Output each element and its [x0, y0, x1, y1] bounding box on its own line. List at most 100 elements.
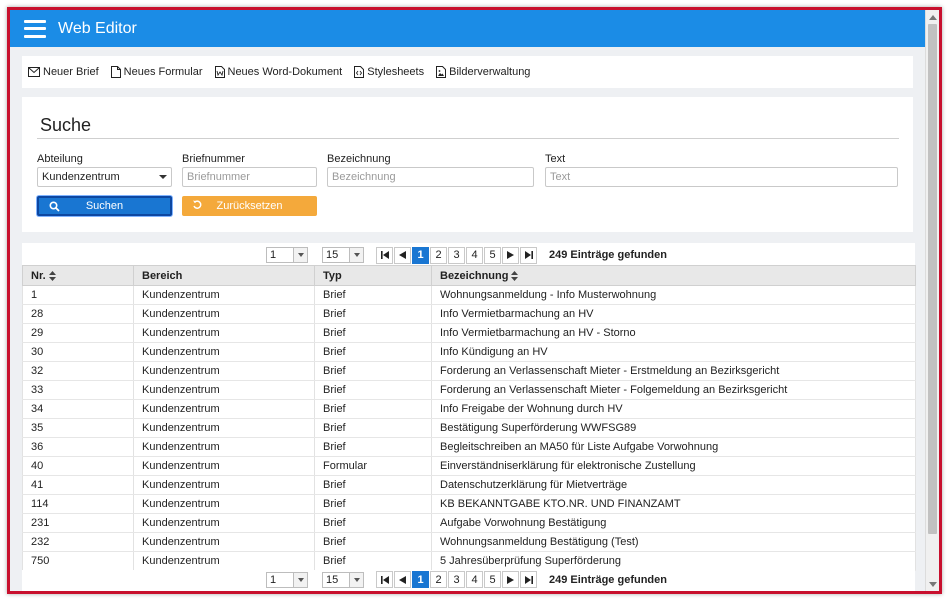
column-header-typ[interactable]: Typ: [314, 265, 432, 286]
table-row[interactable]: 29 Kundenzentrum Brief Info Vermietbarmachu…: [22, 323, 916, 343]
page-button-5[interactable]: 5: [484, 246, 501, 264]
table-row[interactable]: 33 Kundenzentrum Brief Forderung an Verlass…: [22, 380, 916, 400]
column-header-nr[interactable]: Nr.: [22, 265, 134, 286]
search-panel: Suche Abteilung Kundenzentrum Briefnumme…: [22, 97, 913, 232]
table-row[interactable]: 32 Kundenzentrum Brief Forderung an Verlass…: [22, 361, 916, 381]
stylesheet-icon: [354, 66, 365, 78]
page-size-select-bottom[interactable]: 15: [322, 571, 364, 588]
table-row[interactable]: 36 Kundenzentrum Brief Begleitschreiben an …: [22, 437, 916, 457]
table-row[interactable]: 231 Kundenzentrum Brief Aufgabe Vorwohnung …: [22, 513, 916, 533]
page-button-3[interactable]: 3: [448, 571, 465, 588]
cell-bereich: Kundenzentrum: [133, 437, 315, 457]
cell-bereich: Kundenzentrum: [133, 304, 315, 324]
cell-bereich: Kundenzentrum: [133, 494, 315, 514]
scroll-up-icon[interactable]: [926, 10, 939, 24]
letter-number-input[interactable]: [182, 167, 317, 187]
envelope-icon: [28, 67, 40, 77]
reset-button[interactable]: Zurücksetzen: [182, 196, 317, 216]
image-management-button[interactable]: Bilderverwaltung: [436, 66, 530, 78]
page-button-2[interactable]: 2: [430, 246, 447, 264]
column-header-bereich[interactable]: Bereich: [133, 265, 315, 286]
chevron-down-icon: [353, 577, 360, 582]
page-button-1[interactable]: 1: [412, 571, 429, 588]
page-size-select[interactable]: 15: [322, 247, 364, 263]
page-select[interactable]: 1: [266, 247, 308, 263]
page-button-4[interactable]: 4: [466, 246, 483, 264]
search-button[interactable]: Suchen: [37, 196, 172, 216]
page-size-value: 15: [326, 249, 339, 261]
hamburger-menu-icon[interactable]: [24, 19, 46, 38]
app-title: Web Editor: [58, 19, 137, 37]
department-label: Abteilung: [37, 153, 83, 165]
vertical-scrollbar[interactable]: [925, 10, 939, 591]
new-letter-button[interactable]: Neuer Brief: [28, 66, 99, 78]
table-row[interactable]: 1 Kundenzentrum Brief Wohnungsanmeldung - I…: [22, 285, 916, 305]
column-header-bezeichnung[interactable]: Bezeichnung: [431, 265, 916, 286]
pager-bottom: 1 15 1 2 3 4 5 249 Einträge gefunden: [22, 570, 915, 590]
page-select-bottom[interactable]: 1: [266, 571, 308, 588]
table-row[interactable]: 232 Kundenzentrum Brief Wohnungsanmeldung B…: [22, 532, 916, 552]
table-header-row: Nr. Bereich Typ Bezeichnung: [22, 265, 916, 286]
cell-typ: Brief: [314, 418, 432, 438]
undo-icon: [193, 200, 202, 209]
table-row[interactable]: 34 Kundenzentrum Brief Info Freigabe der Wo…: [22, 399, 916, 419]
new-word-document-button[interactable]: Neues Word-Dokument: [214, 66, 343, 78]
page-button-3[interactable]: 3: [448, 246, 465, 264]
next-page-button[interactable]: [502, 246, 519, 264]
previous-page-button[interactable]: [394, 246, 411, 264]
cell-bezeichnung: Forderung an Verlassenschaft Mieter - Fo…: [431, 380, 916, 400]
page-button-4[interactable]: 4: [466, 571, 483, 588]
table-row[interactable]: 28 Kundenzentrum Brief Info Vermietbarmachu…: [22, 304, 916, 324]
previous-page-icon: [399, 251, 406, 259]
cell-bezeichnung: Wohnungsanmeldung Bestätigung (Test): [431, 532, 916, 552]
cell-nr: 35: [22, 418, 134, 438]
new-word-document-label: Neues Word-Dokument: [227, 66, 343, 78]
cell-nr: 40: [22, 456, 134, 476]
department-field: Abteilung Kundenzentrum: [37, 153, 172, 187]
table-row[interactable]: 750 Kundenzentrum Brief 5 Jahresüberprüfung…: [22, 551, 916, 571]
stylesheets-button[interactable]: Stylesheets: [354, 66, 424, 78]
department-select[interactable]: Kundenzentrum: [37, 167, 172, 187]
new-form-button[interactable]: Neues Formular: [110, 66, 203, 78]
next-page-button[interactable]: [502, 571, 519, 588]
first-page-button[interactable]: [376, 571, 393, 588]
page-button-1[interactable]: 1: [412, 246, 429, 264]
table-row[interactable]: 30 Kundenzentrum Brief Info Kündigung an HV: [22, 342, 916, 362]
table-row[interactable]: 114 Kundenzentrum Brief KB BEKANNTGABE KTO.…: [22, 494, 916, 514]
table-row[interactable]: 35 Kundenzentrum Brief Bestätigung Superför…: [22, 418, 916, 438]
cell-bezeichnung: Wohnungsanmeldung - Info Musterwohnung: [431, 285, 916, 305]
page-select-bottom-value: 1: [270, 573, 277, 586]
search-title: Suche: [40, 115, 92, 135]
cell-bezeichnung: Einverständniserklärung für elektronisch…: [431, 456, 916, 476]
cell-nr: 231: [22, 513, 134, 533]
cell-bezeichnung: Begleitschreiben an MA50 für Liste Aufga…: [431, 437, 916, 457]
pager-top: 1 15 1 2 3 4 5 249 Einträge gefunden: [22, 245, 915, 265]
scroll-down-icon[interactable]: [926, 577, 939, 591]
first-page-button[interactable]: [376, 246, 393, 264]
page-button-2[interactable]: 2: [430, 571, 447, 588]
scrollbar-thumb[interactable]: [928, 24, 937, 534]
column-header-nr-label: Nr.: [31, 269, 46, 282]
previous-page-button[interactable]: [394, 571, 411, 588]
cell-typ: Brief: [314, 342, 432, 362]
cell-bereich: Kundenzentrum: [133, 380, 315, 400]
last-page-button[interactable]: [520, 246, 537, 264]
cell-bezeichnung: Info Freigabe der Wohnung durch HV: [431, 399, 916, 419]
text-input[interactable]: [545, 167, 898, 187]
cell-nr: 750: [22, 551, 134, 571]
table-row[interactable]: 40 Kundenzentrum Formular Einverständniserk…: [22, 456, 916, 476]
app-window: Web Editor Neuer Brief Neues Formular Ne…: [7, 7, 942, 594]
cell-bezeichnung: Datenschutzerklärung für Mietverträge: [431, 475, 916, 495]
cell-nr: 36: [22, 437, 134, 457]
result-count-bottom: 249 Einträge gefunden: [549, 573, 667, 586]
last-page-button[interactable]: [520, 571, 537, 588]
designation-input[interactable]: [327, 167, 534, 187]
cell-bezeichnung: 5 Jahresüberprüfung Superförderung: [431, 551, 916, 571]
cell-nr: 32: [22, 361, 134, 381]
page-button-5[interactable]: 5: [484, 571, 501, 588]
cell-nr: 1: [22, 285, 134, 305]
table-row[interactable]: 41 Kundenzentrum Brief Datenschutzerklärung…: [22, 475, 916, 495]
letter-number-label: Briefnummer: [182, 153, 245, 165]
search-icon: [49, 201, 60, 212]
next-page-icon: [507, 575, 514, 584]
